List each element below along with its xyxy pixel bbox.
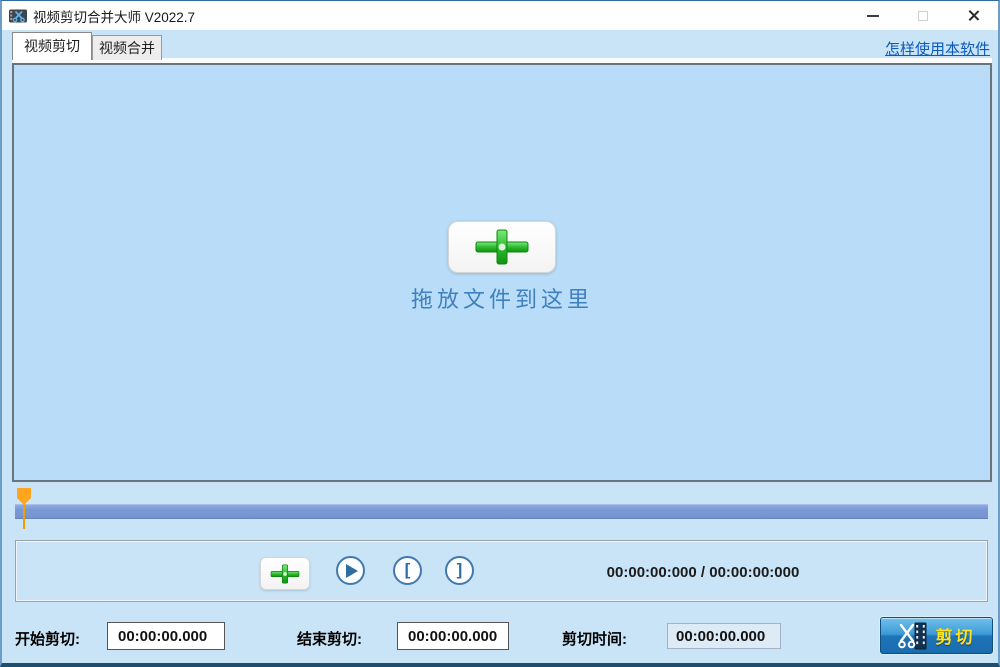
timeline-track[interactable] <box>15 504 988 519</box>
close-icon <box>967 9 980 22</box>
maximize-icon <box>918 11 928 21</box>
timeline-marker[interactable] <box>17 488 31 498</box>
start-cut-input[interactable] <box>107 622 225 650</box>
app-window: 视频剪切合并大师 V2022.7 视频剪切 视频合并 怎样使用本软件 <box>0 0 1000 667</box>
help-link[interactable]: 怎样使用本软件 <box>885 38 990 59</box>
tab-video-cut[interactable]: 视频剪切 <box>12 32 92 60</box>
play-button[interactable] <box>336 556 365 585</box>
title-bar: 视频剪切合并大师 V2022.7 <box>2 1 998 30</box>
minimize-icon <box>867 15 879 17</box>
end-cut-input[interactable] <box>397 622 509 650</box>
add-button-small[interactable] <box>260 557 310 590</box>
cut-duration-label: 剪切时间: <box>562 628 627 649</box>
maximize-button[interactable] <box>898 1 948 30</box>
play-icon <box>346 564 358 578</box>
scissors-filmstrip-icon <box>898 622 928 650</box>
cut-duration-value <box>667 623 781 649</box>
mark-end-button[interactable]: ] <box>445 556 474 585</box>
end-cut-label: 结束剪切: <box>297 628 362 649</box>
time-display: 00:00:00:000 / 00:00:00:000 <box>583 564 823 581</box>
bracket-right-icon: ] <box>457 561 463 578</box>
plus-icon <box>474 228 530 266</box>
window-controls <box>848 1 998 30</box>
close-button[interactable] <box>948 1 998 30</box>
minimize-button[interactable] <box>848 1 898 30</box>
drop-hint-text: 拖放文件到这里 <box>411 282 593 314</box>
app-icon <box>9 8 27 24</box>
start-cut-label: 开始剪切: <box>15 628 80 649</box>
mark-start-button[interactable]: [ <box>393 556 422 585</box>
bracket-left-icon: [ <box>405 561 411 578</box>
plus-icon <box>270 563 300 585</box>
cut-button-label: 剪切 <box>936 623 976 648</box>
tab-video-merge[interactable]: 视频合并 <box>92 35 162 60</box>
player-controls-group: [ ] 00:00:00:000 / 00:00:00:000 <box>15 540 988 602</box>
add-file-button[interactable] <box>448 221 556 273</box>
drop-panel[interactable]: 拖放文件到这里 <box>12 63 992 482</box>
cut-button[interactable]: 剪切 <box>880 617 993 654</box>
window-title: 视频剪切合并大师 V2022.7 <box>33 6 195 26</box>
